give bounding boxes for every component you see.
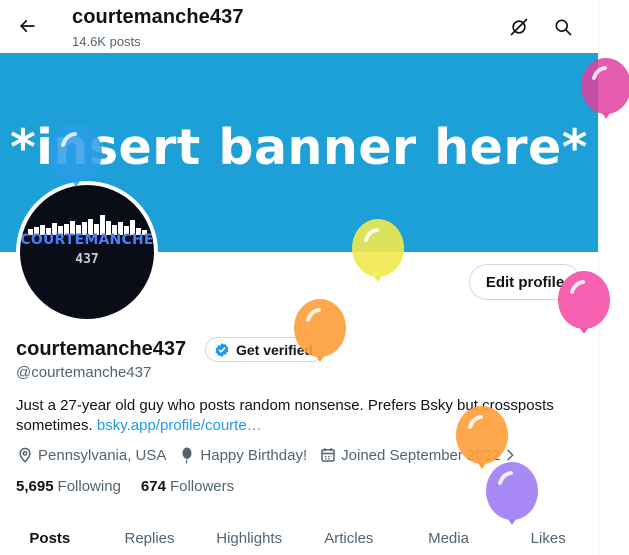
tab-articles[interactable]: Articles [299, 520, 399, 555]
following-link[interactable]: 5,695 Following [16, 478, 121, 495]
tab-media[interactable]: Media [399, 520, 499, 555]
calendar-icon [321, 448, 335, 462]
avatar-logo-text: COURTEMANCHE [20, 232, 154, 248]
edit-profile-button[interactable]: Edit profile [469, 264, 581, 300]
grok-button[interactable] [502, 10, 536, 44]
profile-page: courtemanche437 14.6K posts *insert bann… [0, 0, 629, 555]
profile-meta: Pennsylvania, USA Happy Birthday! Joined… [16, 446, 534, 464]
search-button[interactable] [546, 10, 580, 44]
header-title: courtemanche437 [72, 6, 244, 28]
followers-count: 674 [140, 478, 166, 495]
verified-badge-icon [215, 342, 229, 357]
avatar-image: COURTEMANCHE 437 [20, 185, 154, 319]
profile-bio: Just a 27-year old guy who posts random … [16, 396, 586, 436]
back-button[interactable] [10, 9, 44, 43]
location-text: Pennsylvania, USA [38, 446, 167, 464]
right-divider [598, 0, 629, 555]
location-pin-icon [19, 447, 31, 463]
bio-link[interactable]: bsky.app/profile/courte… [97, 417, 262, 434]
tab-replies[interactable]: Replies [100, 520, 200, 555]
banner-text: *insert banner here* [10, 119, 588, 176]
joined-item: Joined September 2022 [319, 446, 522, 464]
get-verified-button[interactable]: Get verified [205, 337, 325, 362]
tab-highlights[interactable]: Highlights [199, 520, 299, 555]
joined-text: Joined September 2022 [341, 446, 501, 464]
birthday-text: Happy Birthday! [200, 446, 308, 464]
profile-tabs: Posts Replies Highlights Articles Media … [0, 520, 598, 555]
location-item: Pennsylvania, USA [16, 446, 166, 464]
avatar-logo-number: 437 [75, 252, 99, 267]
search-icon [555, 19, 572, 36]
user-handle: @courtemanche437 [16, 364, 152, 381]
avatar[interactable]: COURTEMANCHE 437 [16, 181, 158, 323]
birthday-item: Happy Birthday! [178, 446, 307, 464]
post-count: 14.6K posts [72, 34, 141, 49]
arrow-left-icon [19, 19, 35, 33]
profile-header: courtemanche437 14.6K posts [0, 0, 598, 53]
balloon-icon [182, 447, 192, 464]
tab-posts[interactable]: Posts [0, 520, 100, 555]
grok-icon [510, 18, 528, 36]
following-label: Following [57, 478, 121, 495]
followers-link[interactable]: 674 Followers [141, 478, 234, 495]
display-name: courtemanche437 [16, 338, 187, 360]
follow-counts: 5,695 Following 674 Followers [16, 478, 254, 495]
get-verified-label: Get verified [236, 341, 314, 358]
tab-likes[interactable]: Likes [498, 520, 598, 555]
following-count: 5,695 [16, 478, 54, 495]
chevron-right-icon[interactable] [502, 447, 518, 463]
followers-label: Followers [169, 478, 235, 495]
equalizer-bars-icon [28, 215, 147, 235]
